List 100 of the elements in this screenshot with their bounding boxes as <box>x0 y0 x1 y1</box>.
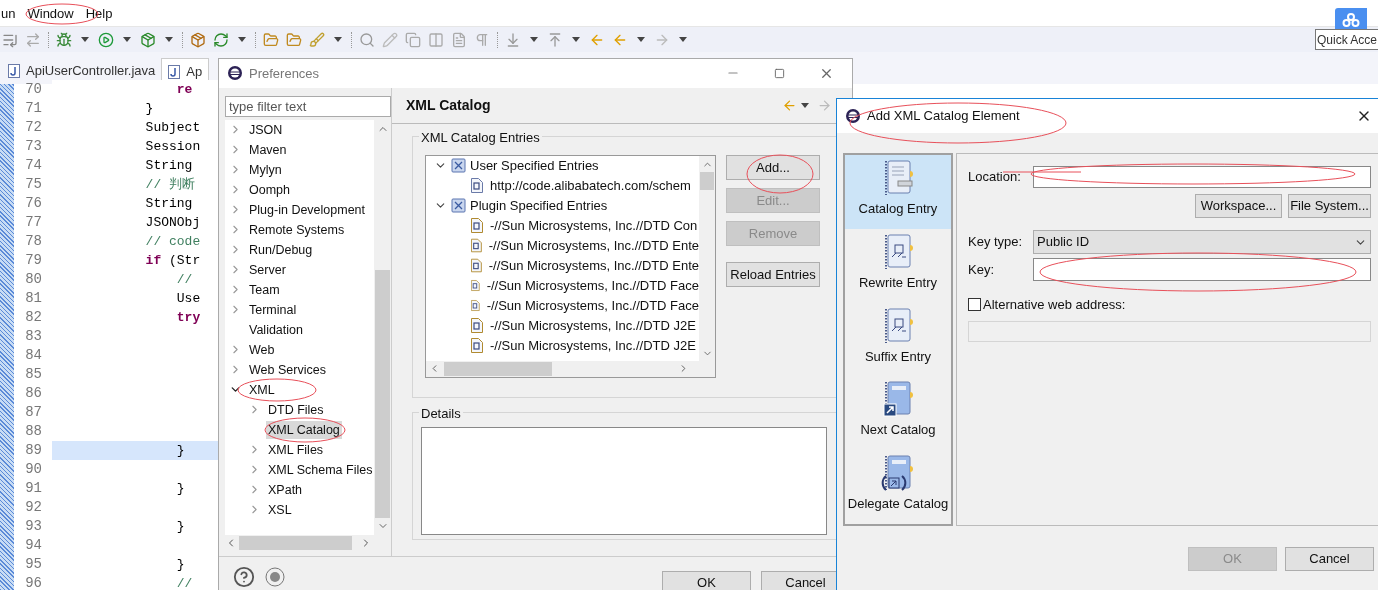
filter-field[interactable]: type filter text <box>225 95 391 117</box>
tree-item[interactable]: -//Sun Microsystems, Inc.//DTD Ente <box>488 256 699 276</box>
tree-item[interactable]: XML Catalog <box>266 420 342 440</box>
arrow-down-icon[interactable] <box>505 31 521 48</box>
tree-item[interactable]: Plugin Specified Entries <box>470 196 608 216</box>
tree-item[interactable]: User Specified Entries <box>470 156 599 176</box>
scroll-thumb[interactable] <box>700 171 714 190</box>
cloud-app-icon[interactable] <box>1335 8 1367 32</box>
vertical-scrollbar[interactable] <box>374 119 391 535</box>
caret-icon[interactable] <box>123 37 131 42</box>
brush-icon[interactable] <box>309 31 325 48</box>
checkbox[interactable] <box>968 298 981 312</box>
tree-item[interactable]: DTD Files <box>266 400 326 420</box>
swap-arrows-icon[interactable] <box>25 31 41 48</box>
caret-icon[interactable] <box>637 37 645 42</box>
tree-item[interactable]: -//Sun Microsystems, Inc.//DTD Ente <box>488 236 699 256</box>
tree-item[interactable]: Remote Systems <box>247 220 347 240</box>
horizontal-scrollbar[interactable] <box>426 360 715 377</box>
tree-item[interactable]: -//Sun Microsystems, Inc.//DTD J2E <box>490 316 696 336</box>
vertical-scrollbar[interactable] <box>699 155 715 361</box>
caret-icon[interactable] <box>238 37 246 42</box>
folder-icon[interactable] <box>263 31 279 48</box>
tree-item[interactable]: Web Services <box>247 360 328 380</box>
code-line: if (Str <box>144 251 201 270</box>
record-icon[interactable] <box>265 567 285 588</box>
scroll-thumb[interactable] <box>444 361 552 376</box>
tree-item[interactable]: Team <box>247 280 282 300</box>
caret-icon[interactable] <box>81 37 89 42</box>
dialog-button[interactable]: OK <box>662 571 751 590</box>
key-type-select[interactable]: Public ID <box>1033 230 1371 254</box>
box-icon[interactable] <box>190 31 206 48</box>
tree-item[interactable]: -//Sun Microsystems, Inc.//DTD Face <box>486 276 699 296</box>
tree-item[interactable]: http://code.alibabatech.com/schem <box>490 176 691 196</box>
play-icon[interactable] <box>98 31 114 48</box>
copy-icon[interactable] <box>405 31 421 48</box>
tree-item[interactable]: XML Files <box>266 440 326 460</box>
entry-type-item[interactable]: Rewrite Entry <box>845 228 951 303</box>
entry-type-item[interactable]: Catalog Entry <box>845 155 951 229</box>
quick-access-field[interactable]: Quick Acce <box>1315 29 1378 50</box>
key-field[interactable] <box>1033 258 1371 281</box>
document-icon[interactable] <box>451 31 467 48</box>
menu-item[interactable]: Help <box>84 4 114 24</box>
tree-item[interactable]: Server <box>247 260 288 280</box>
tree-item[interactable]: Terminal <box>247 300 299 320</box>
tree-item[interactable]: -//Sun Microsystems, Inc.//DTD J2E <box>490 336 696 356</box>
folder-icon[interactable] <box>286 31 302 48</box>
alternative-address-field[interactable] <box>968 320 1371 342</box>
browse-button[interactable]: Workspace... <box>1195 194 1282 218</box>
tree-item[interactable]: XSL <box>266 500 294 520</box>
line-number: 71 <box>24 99 43 118</box>
caret-icon[interactable] <box>679 37 687 42</box>
caret-icon[interactable] <box>530 37 538 42</box>
entry-type-item[interactable]: Delegate Catalog <box>845 450 951 524</box>
caret-icon[interactable] <box>334 37 342 42</box>
tree-item[interactable]: XML Schema Files <box>266 460 374 480</box>
caret-icon[interactable] <box>801 102 809 108</box>
search-icon[interactable] <box>359 31 375 48</box>
arrow-up-icon[interactable] <box>547 31 563 48</box>
menu-item[interactable]: un <box>0 4 17 24</box>
scroll-thumb[interactable] <box>239 535 352 550</box>
location-field[interactable] <box>1033 166 1371 188</box>
pilcrow-icon[interactable] <box>474 31 490 48</box>
tree-item[interactable]: Maven <box>247 140 289 160</box>
browse-button[interactable]: File System... <box>1288 194 1371 218</box>
catalog-action-button[interactable]: Reload Entries <box>726 261 820 287</box>
line-number: 84 <box>24 346 43 365</box>
bug-icon[interactable] <box>56 31 72 48</box>
catalog-icon <box>451 198 466 214</box>
entry-type-item[interactable]: Next Catalog <box>845 376 951 451</box>
menu-item[interactable]: Window <box>26 4 75 24</box>
line-number: 88 <box>24 422 43 441</box>
help-icon[interactable] <box>233 566 255 589</box>
columns-icon[interactable] <box>428 31 444 48</box>
caret-icon[interactable] <box>165 37 173 42</box>
line-number: 82 <box>24 308 43 327</box>
tree-item[interactable]: Web <box>247 340 277 360</box>
tree-item[interactable]: Plug-in Development <box>247 200 368 220</box>
caret-icon[interactable] <box>572 37 580 42</box>
checkbox-label[interactable]: Alternative web address: <box>983 295 1126 315</box>
tree-item[interactable]: -//Sun Microsystems, Inc.//DTD Con <box>490 216 698 236</box>
scroll-thumb[interactable] <box>375 269 390 518</box>
tree-item[interactable]: Mylyn <box>247 160 284 180</box>
pen-icon[interactable] <box>382 31 398 48</box>
field-label: Key type: <box>968 233 1024 252</box>
refresh-icon[interactable] <box>213 31 229 48</box>
tree-item[interactable]: -//Sun Microsystems, Inc.//DTD Face <box>486 296 699 316</box>
tree-item[interactable]: XML <box>247 380 277 400</box>
tree-item[interactable]: Validation <box>247 320 305 340</box>
line-number: 96 <box>24 574 43 590</box>
entry-type-item[interactable]: Suffix Entry <box>845 302 951 377</box>
maximize-icon[interactable] <box>774 67 785 79</box>
catalog-action-button[interactable]: Add... <box>726 154 820 180</box>
tree-item[interactable]: Oomph <box>247 180 292 200</box>
field-label: Key: <box>968 260 995 279</box>
dialog-button[interactable]: Cancel <box>1285 547 1374 571</box>
tree-item[interactable]: JSON <box>247 120 285 140</box>
forward-arrow-icon[interactable] <box>817 97 832 113</box>
tree-item[interactable]: XPath <box>266 480 305 500</box>
tree-item[interactable]: Run/Debug <box>247 240 315 260</box>
details-text-area[interactable] <box>421 426 827 535</box>
